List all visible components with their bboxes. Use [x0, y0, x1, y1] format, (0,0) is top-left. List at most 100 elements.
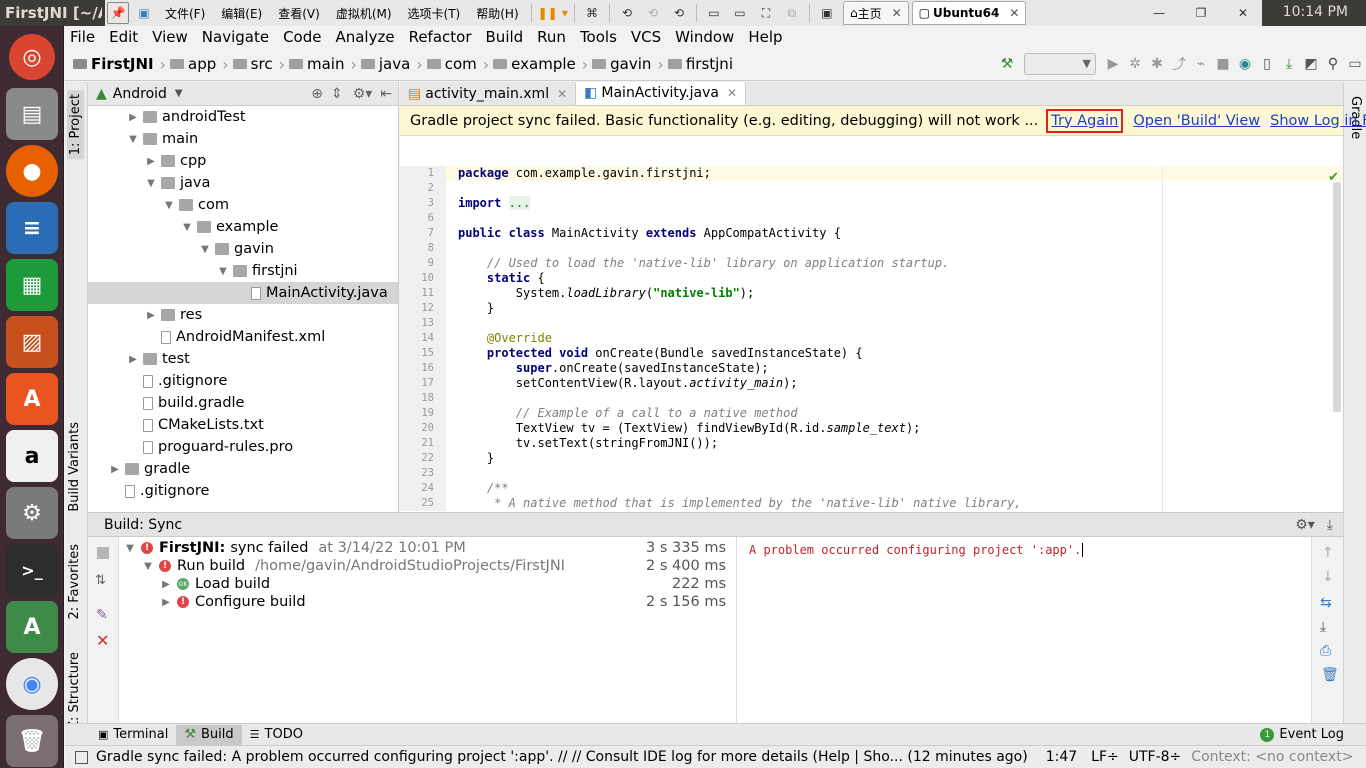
tree-item[interactable]: ▶ res [88, 304, 398, 326]
tool-tab-favorites[interactable]: 2: Favorites [67, 544, 82, 620]
breadcrumb-main[interactable]: main › [288, 55, 357, 74]
amazon-icon[interactable]: a [6, 430, 58, 482]
vm-tab-ubuntu[interactable]: ▢ Ubuntu64 ✕ [911, 1, 1027, 25]
build-tree-item[interactable]: ▶! Configure build 2 s 156 ms [119, 593, 734, 611]
menu-build[interactable]: Build [486, 28, 524, 46]
project-view-dropdown[interactable]: Android [113, 86, 167, 102]
menu-view[interactable]: View [152, 28, 188, 46]
vm-view-icon[interactable]: ▣ [133, 2, 155, 24]
console-icon[interactable]: ▭ [729, 2, 751, 24]
chevron-down-icon[interactable]: ▼ [216, 266, 230, 277]
menu-navigate[interactable]: Navigate [202, 28, 269, 46]
close-build-icon[interactable]: ✕ [96, 631, 109, 650]
code-line[interactable]: 23 [400, 466, 1343, 481]
tree-item[interactable]: .gitignore [88, 480, 398, 502]
chevron-right-icon[interactable]: ▶ [159, 579, 173, 590]
tool-tab-structure[interactable]: Z: Structure [67, 652, 82, 730]
code-line[interactable]: 16 super.onCreate(savedInstanceState); [400, 361, 1343, 376]
chevron-right-icon[interactable]: ▶ [159, 597, 173, 608]
chevron-down-icon[interactable]: ▼ [175, 88, 183, 99]
chevron-right-icon[interactable]: ▶ [144, 156, 158, 167]
apply-changes-icon[interactable]: ⌁ [1190, 53, 1212, 75]
chevron-right-icon[interactable]: ▶ [108, 464, 122, 475]
tool-tab-build-variants[interactable]: Build Variants [67, 422, 82, 512]
snapshot-restore-icon[interactable]: ⟲ [642, 2, 664, 24]
code-line[interactable]: 21 tv.setText(stringFromJNI()); [400, 436, 1343, 451]
close-icon[interactable]: ✕ [892, 6, 902, 20]
chevron-down-icon[interactable]: ▼ [198, 244, 212, 255]
minimize-icon[interactable]: — [1148, 2, 1170, 24]
sdk-manager-icon[interactable]: ⤓ [1278, 53, 1300, 75]
vm-menu-help[interactable]: 帮助(H) [468, 5, 526, 22]
chevron-down-icon[interactable]: ▼ [126, 134, 140, 145]
tree-item[interactable]: ▼ com [88, 194, 398, 216]
tool-tab-event-log[interactable]: 1 Event Log [1252, 725, 1352, 745]
menu-edit[interactable]: Edit [109, 28, 138, 46]
network-icon[interactable]: ⌘ [581, 2, 603, 24]
debug-icon[interactable]: ✲ [1124, 53, 1146, 75]
arrow-down-icon[interactable]: ↓ [1322, 569, 1334, 585]
calc-icon[interactable]: ▦ [6, 259, 58, 311]
tree-item[interactable]: ▼ main [88, 128, 398, 150]
chevron-right-icon[interactable]: ▶ [126, 112, 140, 123]
breadcrumb-firstjni[interactable]: firstjni [667, 55, 733, 73]
code-line[interactable]: 3 import ... [400, 196, 1343, 211]
status-toggle-icon[interactable] [75, 750, 88, 764]
code-line[interactable]: 8 [400, 241, 1343, 256]
close-window-icon[interactable]: ✕ [1232, 2, 1254, 24]
vm-menu-vm[interactable]: 虚拟机(M) [328, 5, 400, 22]
vm-menu-edit[interactable]: 编辑(E) [213, 5, 270, 22]
code-line[interactable]: 13 [400, 316, 1343, 331]
fullscreen-icon[interactable]: ⛶ [755, 2, 777, 24]
writer-icon[interactable]: ≡ [6, 202, 58, 254]
code-line[interactable]: 11 System.loadLibrary("native-lib"); [400, 286, 1343, 301]
code-line[interactable]: 24 /** [400, 481, 1343, 496]
code-line[interactable]: 15 protected void onCreate(Bundle savedI… [400, 346, 1343, 361]
tree-item[interactable]: ▶ test [88, 348, 398, 370]
stop-build-icon[interactable] [97, 547, 109, 559]
chevron-down-icon[interactable]: ▼ [162, 200, 176, 211]
vm-menu-view[interactable]: 查看(V) [270, 5, 328, 22]
scroll-end-icon[interactable]: ⤓ [1320, 619, 1326, 635]
code-line[interactable]: 19 // Example of a call to a native meth… [400, 406, 1343, 421]
trash-icon[interactable]: 🗑 [1321, 667, 1339, 683]
build-tree-item[interactable]: ▼! FirstJNI: sync failed at 3/14/22 10:01 P… [119, 539, 734, 557]
tree-item[interactable]: ▶ gradle [88, 458, 398, 480]
open-build-view-link[interactable]: Open 'Build' View [1133, 113, 1260, 129]
breadcrumb-src[interactable]: src › [232, 55, 285, 74]
attach-debugger-icon[interactable]: ⤴ [1168, 53, 1190, 75]
stop-icon[interactable]: ■ [1212, 53, 1234, 75]
settings-icon[interactable]: ⚙ [6, 487, 58, 539]
vm-tab-home[interactable]: ⌂ 主页 ✕ [842, 1, 909, 25]
chevron-down-icon[interactable]: ▼ [144, 178, 158, 189]
firefox-icon[interactable]: ● [6, 145, 58, 197]
code-line[interactable]: 17 setContentView(R.layout.activity_main… [400, 376, 1343, 391]
software-center-icon[interactable]: A [6, 373, 58, 425]
tree-item[interactable]: proguard-rules.pro [88, 436, 398, 458]
menu-code[interactable]: Code [283, 28, 321, 46]
editor-tab-main-activity[interactable]: ◧ MainActivity.java ✕ [576, 82, 747, 105]
chrome-icon[interactable]: ◉ [6, 658, 58, 710]
print-icon[interactable]: ⎙ [1320, 643, 1331, 659]
menu-file[interactable]: File [70, 28, 95, 46]
tree-item[interactable]: ▶ androidTest [88, 106, 398, 128]
profile-icon[interactable]: ✱ [1146, 53, 1168, 75]
avd-manager-icon[interactable]: ▯ [1256, 53, 1278, 75]
pin-icon[interactable]: 📌 [107, 2, 129, 24]
chevron-right-icon[interactable]: ▶ [126, 354, 140, 365]
code-line[interactable]: 9 // Used to load the 'native-lib' libra… [400, 256, 1343, 271]
tree-item[interactable]: ▼ firstjni [88, 260, 398, 282]
snapshot-icon[interactable]: ⟲ [616, 2, 638, 24]
status-message[interactable]: Gradle sync failed: A problem occurred c… [96, 749, 1028, 765]
pause-icon[interactable]: ❚❚ ▾ [538, 2, 568, 24]
build-tree-item[interactable]: ▶ OK Load build 222 ms [119, 575, 734, 593]
make-project-icon[interactable]: ⚒ [996, 53, 1018, 75]
vm-menu-tabs[interactable]: 选项卡(T) [400, 5, 469, 22]
tree-item[interactable]: ▼ example [88, 216, 398, 238]
tool-tab-project[interactable]: 1: Project [67, 90, 84, 160]
tree-item[interactable]: ▼ gavin [88, 238, 398, 260]
gear-icon[interactable]: ⚙▾ [1295, 517, 1315, 533]
tree-item[interactable]: .gitignore [88, 370, 398, 392]
menu-help[interactable]: Help [748, 28, 782, 46]
code-area[interactable]: 1 package com.example.gavin.firstjni; 2 3 im… [400, 166, 1343, 512]
